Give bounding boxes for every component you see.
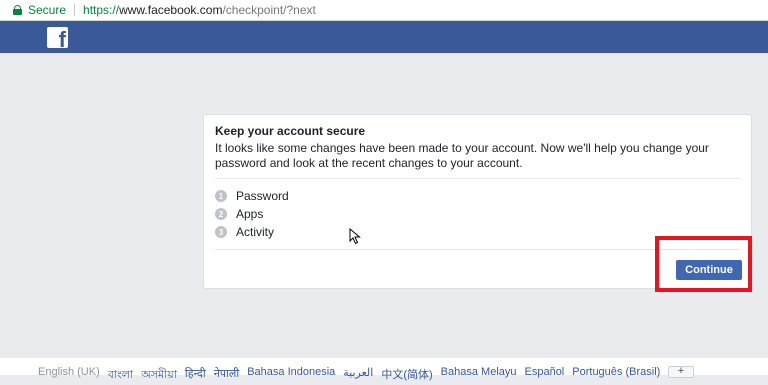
step-password: 1 Password — [215, 187, 289, 205]
step-activity: 3 Activity — [215, 223, 289, 241]
mouse-cursor-icon — [349, 228, 361, 245]
language-link[interactable]: नेपाली — [214, 366, 240, 385]
language-link[interactable]: বাংলা — [108, 366, 133, 385]
language-link[interactable]: 中文(简体) — [381, 366, 432, 385]
language-link[interactable]: Bahasa Melayu — [441, 366, 517, 385]
step-label: Apps — [236, 207, 264, 221]
step-number: 1 — [215, 190, 227, 202]
step-label: Activity — [236, 225, 275, 239]
footer: English (UK) বাংলা অসমীয়া हिन्दी नेपाली… — [0, 358, 768, 381]
language-list: English (UK) বাংলা অসমীয়া हिन्दी नेपाली… — [38, 366, 668, 385]
step-apps: 2 Apps — [215, 205, 289, 223]
steps-list: 1 Password 2 Apps 3 Activity — [215, 187, 289, 241]
facebook-logo-icon[interactable]: f — [47, 27, 68, 48]
language-link[interactable]: Español — [525, 366, 565, 385]
step-number: 2 — [215, 208, 227, 220]
card-description: It looks like some changes have been mad… — [215, 141, 709, 170]
language-link[interactable]: Português (Brasil) — [572, 366, 660, 385]
lock-icon — [13, 5, 22, 15]
language-link[interactable]: অসমীয়া — [141, 366, 177, 385]
address-divider — [74, 4, 76, 16]
card-title: Keep your account secure — [215, 124, 366, 138]
address-bar[interactable]: Secure https://www.facebook.com/checkpoi… — [0, 0, 768, 21]
more-languages-button[interactable]: + — [668, 366, 694, 378]
secure-label: Secure — [28, 3, 67, 17]
facebook-header: f — [0, 21, 768, 53]
language-link[interactable]: العربية — [343, 366, 373, 385]
language-link[interactable]: हिन्दी — [185, 366, 206, 385]
step-number: 3 — [215, 226, 227, 238]
language-current: English (UK) — [38, 366, 100, 378]
step-label: Password — [236, 189, 289, 203]
language-link[interactable]: Bahasa Indonesia — [247, 366, 335, 385]
url-text[interactable]: https://www.facebook.com/checkpoint/?nex… — [83, 3, 316, 17]
divider — [215, 178, 740, 179]
highlight-box — [655, 236, 752, 292]
